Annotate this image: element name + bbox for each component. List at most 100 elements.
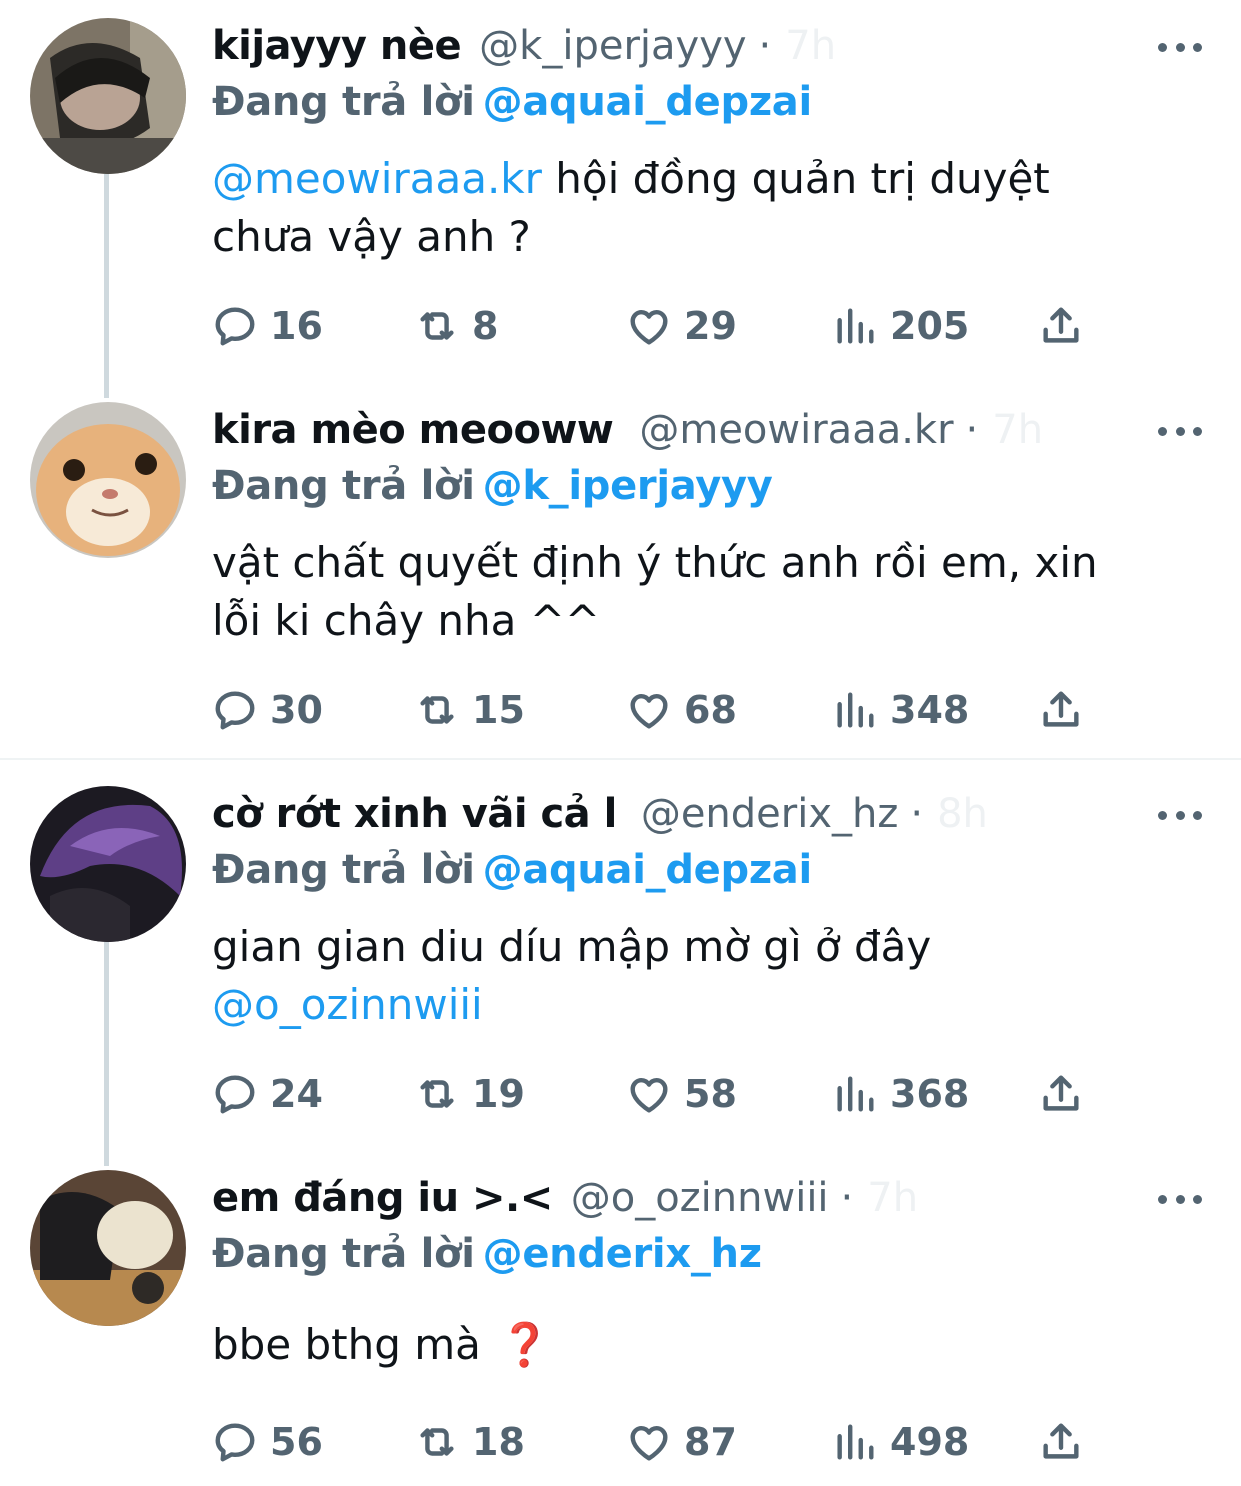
body-mention[interactable]: @o_ozinnwiii (212, 976, 931, 1034)
body-text-line: chưa vậy anh ? (212, 212, 531, 261)
retweet-count: 8 (472, 304, 499, 348)
separator-dot: · (758, 23, 772, 69)
reply-button[interactable]: 56 (212, 1412, 323, 1472)
retweet-icon (420, 1080, 454, 1108)
retweet-button[interactable]: 8 (414, 296, 498, 356)
like-button[interactable]: 29 (626, 296, 737, 356)
reply-button[interactable]: 30 (212, 680, 323, 740)
retweet-count: 18 (472, 1420, 525, 1464)
tweet[interactable]: em đáng iu >.< @o_ozinnwiii · 7h Đang tr… (0, 1168, 1241, 1486)
share-button[interactable] (1038, 1412, 1084, 1472)
thread-divider (0, 758, 1241, 760)
user-handle[interactable]: @k_iperjayyy (479, 16, 746, 76)
body-text-line: vật chất quyết định ý thức anh rồi em, x… (212, 538, 1098, 587)
retweet-icon (420, 696, 454, 724)
replying-to-label: Đang trả lời (212, 847, 475, 893)
view-count: 368 (890, 1072, 970, 1116)
display-name[interactable]: kira mèo meooww (212, 400, 614, 460)
replying-to: Đang trả lời @aquai_depzai (212, 72, 812, 132)
reply-to-mention[interactable]: @k_iperjayyy (483, 463, 773, 509)
display-name[interactable]: kijayyy nèe (212, 16, 462, 76)
reply-button[interactable]: 24 (212, 1064, 323, 1124)
reply-bubble-icon (215, 1075, 255, 1114)
views-button[interactable]: 498 (832, 1412, 969, 1472)
more-dots-icon[interactable] (1158, 800, 1202, 830)
question-mark-emoji: ❓ (498, 1320, 552, 1369)
tweet[interactable]: cờ rớt xinh vãi cả l @enderix_hz · 8h Đa… (0, 784, 1241, 1154)
tweet[interactable]: kira mèo meooww @meowiraaa.kr · 7h Đang … (0, 400, 1241, 755)
retweet-icon (420, 1428, 454, 1456)
reply-to-mention[interactable]: @aquai_depzai (483, 79, 813, 125)
views-button[interactable]: 205 (832, 296, 969, 356)
view-count: 498 (890, 1420, 970, 1464)
display-name[interactable]: em đáng iu >.< (212, 1168, 553, 1228)
reply-count: 24 (270, 1072, 323, 1116)
action-bar: 24 19 58 368 (0, 1064, 1241, 1124)
timestamp[interactable]: 7h (992, 400, 1043, 460)
avatar[interactable] (30, 402, 186, 558)
avatar[interactable] (30, 786, 186, 942)
action-bar: 30 15 68 348 (0, 680, 1241, 740)
like-count: 68 (684, 688, 737, 732)
reply-to-mention[interactable]: @aquai_depzai (483, 847, 813, 893)
views-button[interactable]: 368 (832, 1064, 969, 1124)
views-bar-chart-icon (837, 692, 874, 728)
replying-to: Đang trả lời @k_iperjayyy (212, 456, 773, 516)
user-handle[interactable]: @enderix_hz (641, 784, 899, 844)
more-dots-icon[interactable] (1158, 1184, 1202, 1214)
more-dots-icon[interactable] (1158, 416, 1202, 446)
like-button[interactable]: 87 (626, 1412, 737, 1472)
share-upload-icon (1043, 307, 1079, 343)
display-name[interactable]: cờ rớt xinh vãi cả l (212, 784, 617, 844)
retweet-button[interactable]: 19 (414, 1064, 525, 1124)
view-count: 348 (890, 688, 970, 732)
retweet-button[interactable]: 15 (414, 680, 525, 740)
timestamp[interactable]: 8h (937, 784, 988, 844)
replying-to-label: Đang trả lời (212, 463, 475, 509)
timestamp[interactable]: 7h (867, 1168, 918, 1228)
share-button[interactable] (1038, 680, 1084, 740)
reply-count: 16 (270, 304, 323, 348)
user-handle[interactable]: @o_ozinnwiii (571, 1168, 829, 1228)
body-mention[interactable]: @meowiraaa.kr (212, 154, 542, 203)
body-text-line: bbe bthg mà (212, 1320, 481, 1369)
retweet-icon (420, 312, 454, 340)
views-bar-chart-icon (837, 1076, 874, 1112)
user-handle[interactable]: @meowiraaa.kr (639, 400, 953, 460)
like-count: 58 (684, 1072, 737, 1116)
share-upload-icon (1043, 1075, 1079, 1111)
tweet-text: bbe bthg mà ❓ (212, 1316, 551, 1374)
heart-icon (630, 1077, 668, 1113)
retweet-count: 15 (472, 688, 525, 732)
share-upload-icon (1043, 691, 1079, 727)
body-text-line: lỗi ki chây nha ^^ (212, 596, 601, 645)
separator-dot: · (910, 791, 924, 837)
tweet[interactable]: kijayyy nèe @k_iperjayyy · 7h Đang trả l… (0, 16, 1241, 386)
body-text-line: gian gian diu díu mập mờ gì ở đây (212, 922, 932, 971)
reply-button[interactable]: 16 (212, 296, 323, 356)
like-button[interactable]: 68 (626, 680, 737, 740)
replying-to: Đang trả lời @enderix_hz (212, 1224, 762, 1284)
replying-to-label: Đang trả lời (212, 1231, 475, 1277)
avatar[interactable] (30, 1170, 186, 1326)
tweet-text: gian gian diu díu mập mờ gì ở đây @o_ozi… (212, 918, 931, 1034)
timestamp[interactable]: 7h (785, 16, 836, 76)
views-bar-chart-icon (837, 1424, 874, 1460)
retweet-count: 19 (472, 1072, 525, 1116)
heart-icon (630, 1425, 668, 1461)
more-dots-icon[interactable] (1158, 32, 1202, 62)
views-bar-chart-icon (837, 308, 874, 344)
views-button[interactable]: 348 (832, 680, 969, 740)
tweet-text: vật chất quyết định ý thức anh rồi em, x… (212, 534, 1098, 650)
retweet-button[interactable]: 18 (414, 1412, 525, 1472)
share-button[interactable] (1038, 296, 1084, 356)
avatar[interactable] (30, 18, 186, 174)
tweet-text: @meowiraaa.kr hội đồng quản trị duyệt ch… (212, 150, 1050, 266)
reply-to-mention[interactable]: @enderix_hz (483, 1231, 762, 1277)
reply-bubble-icon (215, 307, 255, 346)
like-button[interactable]: 58 (626, 1064, 737, 1124)
reply-bubble-icon (215, 691, 255, 730)
share-button[interactable] (1038, 1064, 1084, 1124)
view-count: 205 (890, 304, 970, 348)
separator-dot: · (840, 1175, 854, 1221)
